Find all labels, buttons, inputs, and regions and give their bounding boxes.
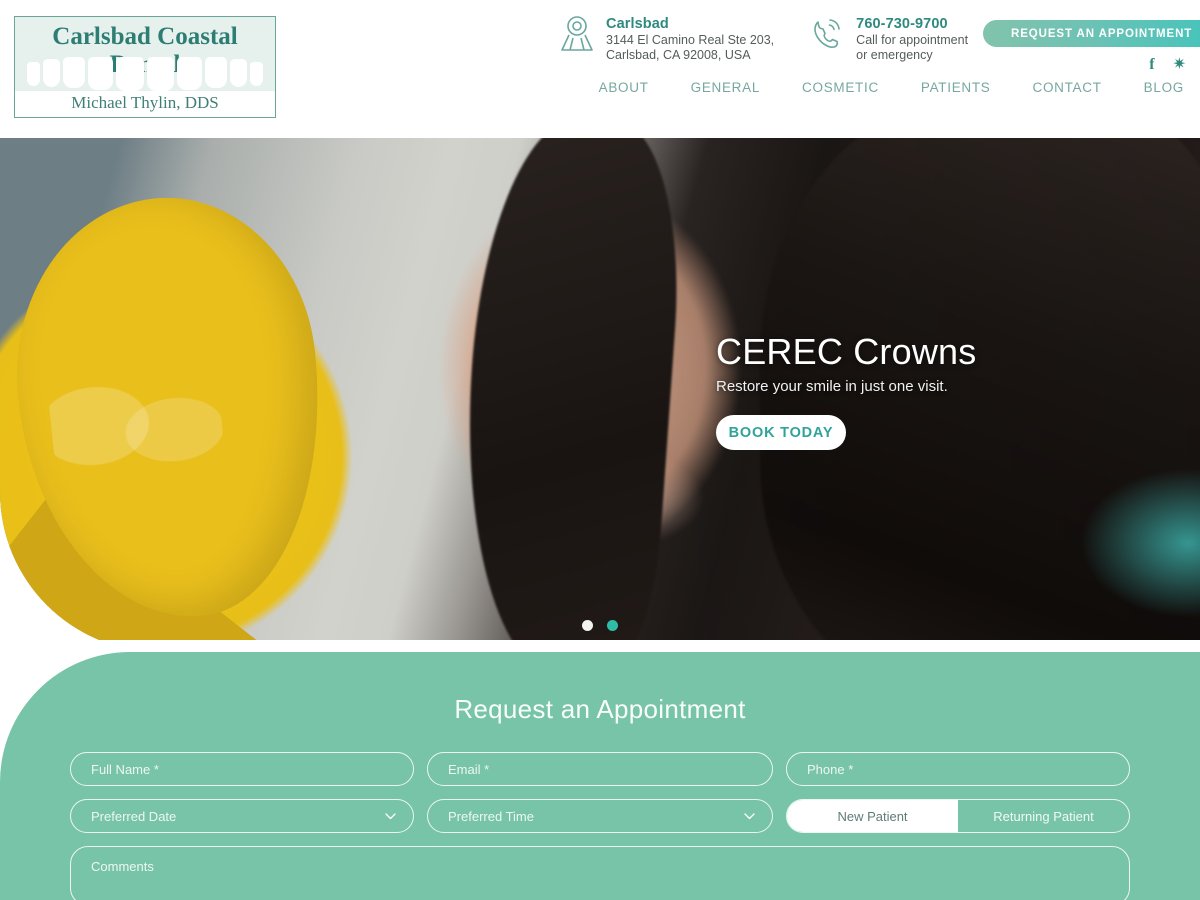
comments-textarea[interactable]: Comments <box>70 846 1130 900</box>
carousel-dots <box>582 620 618 631</box>
logo-subtitle: Michael Thylin, DDS <box>15 91 275 113</box>
header-phone-block[interactable]: 760-730-9700 Call for appointment or eme… <box>810 14 968 63</box>
carousel-dot-2[interactable] <box>607 620 618 631</box>
yelp-icon[interactable]: ✷ <box>1173 57 1186 73</box>
site-logo[interactable]: Carlsbad Coastal Dental Michael Thylin, … <box>14 16 276 118</box>
appointment-heading: Request an Appointment <box>454 694 746 724</box>
header-contact-group: Carlsbad 3144 El Camino Real Ste 203, Ca… <box>560 14 968 63</box>
email-input[interactable]: Email * <box>427 752 773 786</box>
phone-input[interactable]: Phone * <box>786 752 1130 786</box>
location-city: Carlsbad <box>606 16 669 32</box>
chevron-down-icon <box>384 810 397 823</box>
phone-note-line2: or emergency <box>856 48 933 62</box>
map-pin-icon <box>560 14 594 54</box>
appointment-section: Request an Appointment Full Name * Email… <box>0 652 1200 900</box>
location-text: Carlsbad 3144 El Camino Real Ste 203, Ca… <box>606 14 774 63</box>
main-navigation: ABOUT GENERAL COSMETIC PATIENTS CONTACT … <box>578 80 1186 95</box>
request-appointment-button[interactable]: REQUEST AN APPOINTMENT <box>983 20 1200 47</box>
hero-content: CEREC Crowns Restore your smile in just … <box>716 330 976 450</box>
hero-title: CEREC Crowns <box>716 331 977 372</box>
preferred-date-select[interactable]: Preferred Date <box>70 799 414 833</box>
nav-item-cosmetic[interactable]: COSMETIC <box>781 80 900 95</box>
nav-item-general[interactable]: GENERAL <box>670 80 781 95</box>
hero-overlay <box>0 138 1200 652</box>
phone-note-line1: Call for appointment <box>856 33 969 47</box>
nav-item-contact[interactable]: CONTACT <box>1012 80 1123 95</box>
full-name-input[interactable]: Full Name * <box>70 752 414 786</box>
chevron-down-icon <box>743 810 756 823</box>
nav-item-patients[interactable]: PATIENTS <box>900 80 1012 95</box>
facebook-icon[interactable]: f <box>1149 57 1154 73</box>
social-links: f ✷ <box>1149 57 1186 73</box>
book-today-button[interactable]: BOOK TODAY <box>716 415 846 450</box>
location-address-line1: 3144 El Camino Real Ste 203, <box>606 33 775 47</box>
hero-carousel <box>0 138 1200 652</box>
nav-item-about[interactable]: ABOUT <box>578 80 670 95</box>
phone-text: 760-730-9700 Call for appointment or eme… <box>856 14 968 63</box>
teeth-graphic-icon <box>27 57 263 91</box>
phone-icon <box>810 14 844 54</box>
nav-item-blog[interactable]: BLOG <box>1123 80 1186 95</box>
header-location-block[interactable]: Carlsbad 3144 El Camino Real Ste 203, Ca… <box>560 14 774 63</box>
returning-patient-option[interactable]: Returning Patient <box>958 800 1129 832</box>
new-patient-option[interactable]: New Patient <box>787 800 958 832</box>
preferred-date-label: Preferred Date <box>91 808 177 824</box>
preferred-time-select[interactable]: Preferred Time <box>427 799 773 833</box>
patient-type-toggle: New Patient Returning Patient <box>786 799 1130 833</box>
appointment-form: Full Name * Email * Phone * Preferred Da… <box>70 752 1130 900</box>
hero-background-image <box>0 138 1200 652</box>
page-root: Carlsbad Coastal Dental Michael Thylin, … <box>0 0 1200 900</box>
form-row-1: Full Name * Email * Phone * <box>70 752 1130 786</box>
phone-number: 760-730-9700 <box>856 16 948 32</box>
location-address-line2: Carlsbad, CA 92008, USA <box>606 48 751 62</box>
hero-subtitle: Restore your smile in just one visit. <box>716 378 948 395</box>
site-header: Carlsbad Coastal Dental Michael Thylin, … <box>0 0 1200 138</box>
carousel-dot-1[interactable] <box>582 620 593 631</box>
preferred-time-label: Preferred Time <box>448 808 534 824</box>
form-row-2: Preferred Date Preferred Time New Patien… <box>70 799 1130 833</box>
